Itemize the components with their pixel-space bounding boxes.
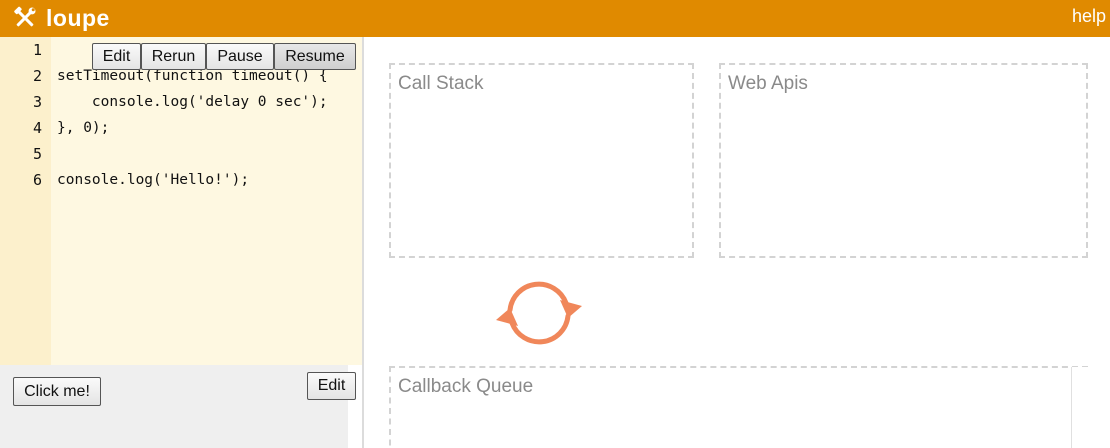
line-number: 6 xyxy=(32,171,42,189)
line-number: 1 xyxy=(32,41,42,59)
callback-queue-scrollbar[interactable] xyxy=(1071,367,1088,448)
line-number: 3 xyxy=(32,93,42,111)
call-stack-panel: Call Stack xyxy=(389,63,694,258)
resume-button[interactable]: Resume xyxy=(274,43,356,70)
web-apis-title: Web Apis xyxy=(728,73,808,94)
code-editor[interactable]: 1 2 3 4 5 6 setTimeout(function timeout(… xyxy=(0,37,362,365)
code-line[interactable]: }, 0); xyxy=(57,115,328,141)
code-line[interactable]: console.log('Hello!'); xyxy=(57,167,328,193)
code-line[interactable] xyxy=(57,141,328,167)
line-number: 4 xyxy=(32,119,42,137)
hammer-wrench-icon xyxy=(14,6,36,27)
click-me-button[interactable]: Click me! xyxy=(13,377,101,406)
callback-queue-panel: Callback Queue xyxy=(389,366,1088,448)
line-numbers: 1 2 3 4 5 6 xyxy=(0,37,42,193)
edit-html-button[interactable]: Edit xyxy=(307,372,356,400)
refresh-cycle-icon xyxy=(496,281,582,345)
callback-queue-title: Callback Queue xyxy=(398,376,534,397)
pause-button[interactable]: Pause xyxy=(206,43,274,70)
line-number: 5 xyxy=(32,145,42,163)
panel-divider[interactable] xyxy=(362,37,364,448)
code-line[interactable]: console.log('delay 0 sec'); xyxy=(57,89,328,115)
app-header: loupe help xyxy=(0,0,1110,37)
rerun-button[interactable]: Rerun xyxy=(141,43,206,70)
line-gutter: 1 2 3 4 5 6 xyxy=(0,37,51,365)
line-number: 2 xyxy=(32,67,42,85)
app-name: loupe xyxy=(46,4,110,31)
help-link[interactable]: help xyxy=(1072,6,1106,27)
logo[interactable]: loupe xyxy=(12,4,110,32)
edit-button[interactable]: Edit xyxy=(92,43,141,70)
editor-toolbar: Edit Rerun Pause Resume xyxy=(92,43,356,70)
web-apis-panel: Web Apis xyxy=(719,63,1088,258)
call-stack-title: Call Stack xyxy=(398,73,484,94)
